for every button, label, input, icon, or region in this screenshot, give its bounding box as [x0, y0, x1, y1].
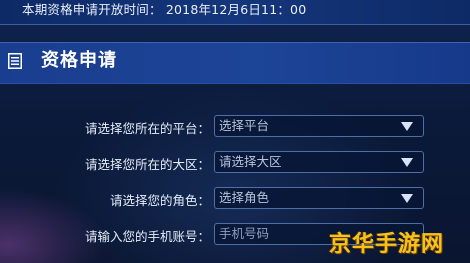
dropdown-arrow-icon [401, 158, 413, 167]
open-time-banner: 本期资格申请开放时间： 2018年12月6日11：00 [0, 0, 470, 25]
platform-select[interactable]: 选择平台 [214, 115, 424, 137]
region-select[interactable]: 请选择大区 [214, 151, 424, 173]
phone-input-placeholder: 手机号码 [219, 226, 270, 241]
open-time-text: 本期资格申请开放时间： 2018年12月6日11：00 [22, 2, 307, 17]
platform-label: 请选择您所在的平台： [84, 121, 210, 136]
section-title: 资格申请 [41, 50, 117, 71]
dropdown-arrow-icon [401, 194, 413, 203]
phone-label: 请输入您的手机账号： [84, 229, 210, 244]
region-select-value: 请选择大区 [219, 154, 282, 169]
role-label: 请选择您的角色： [109, 193, 210, 208]
platform-select-value: 选择平台 [219, 118, 270, 133]
document-list-icon [8, 53, 22, 69]
site-watermark: 京华手游网 [329, 232, 445, 257]
role-select-value: 选择角色 [219, 190, 270, 205]
region-label: 请选择您所在的大区： [84, 157, 210, 172]
dropdown-arrow-icon [401, 122, 413, 131]
role-select[interactable]: 选择角色 [214, 187, 424, 209]
